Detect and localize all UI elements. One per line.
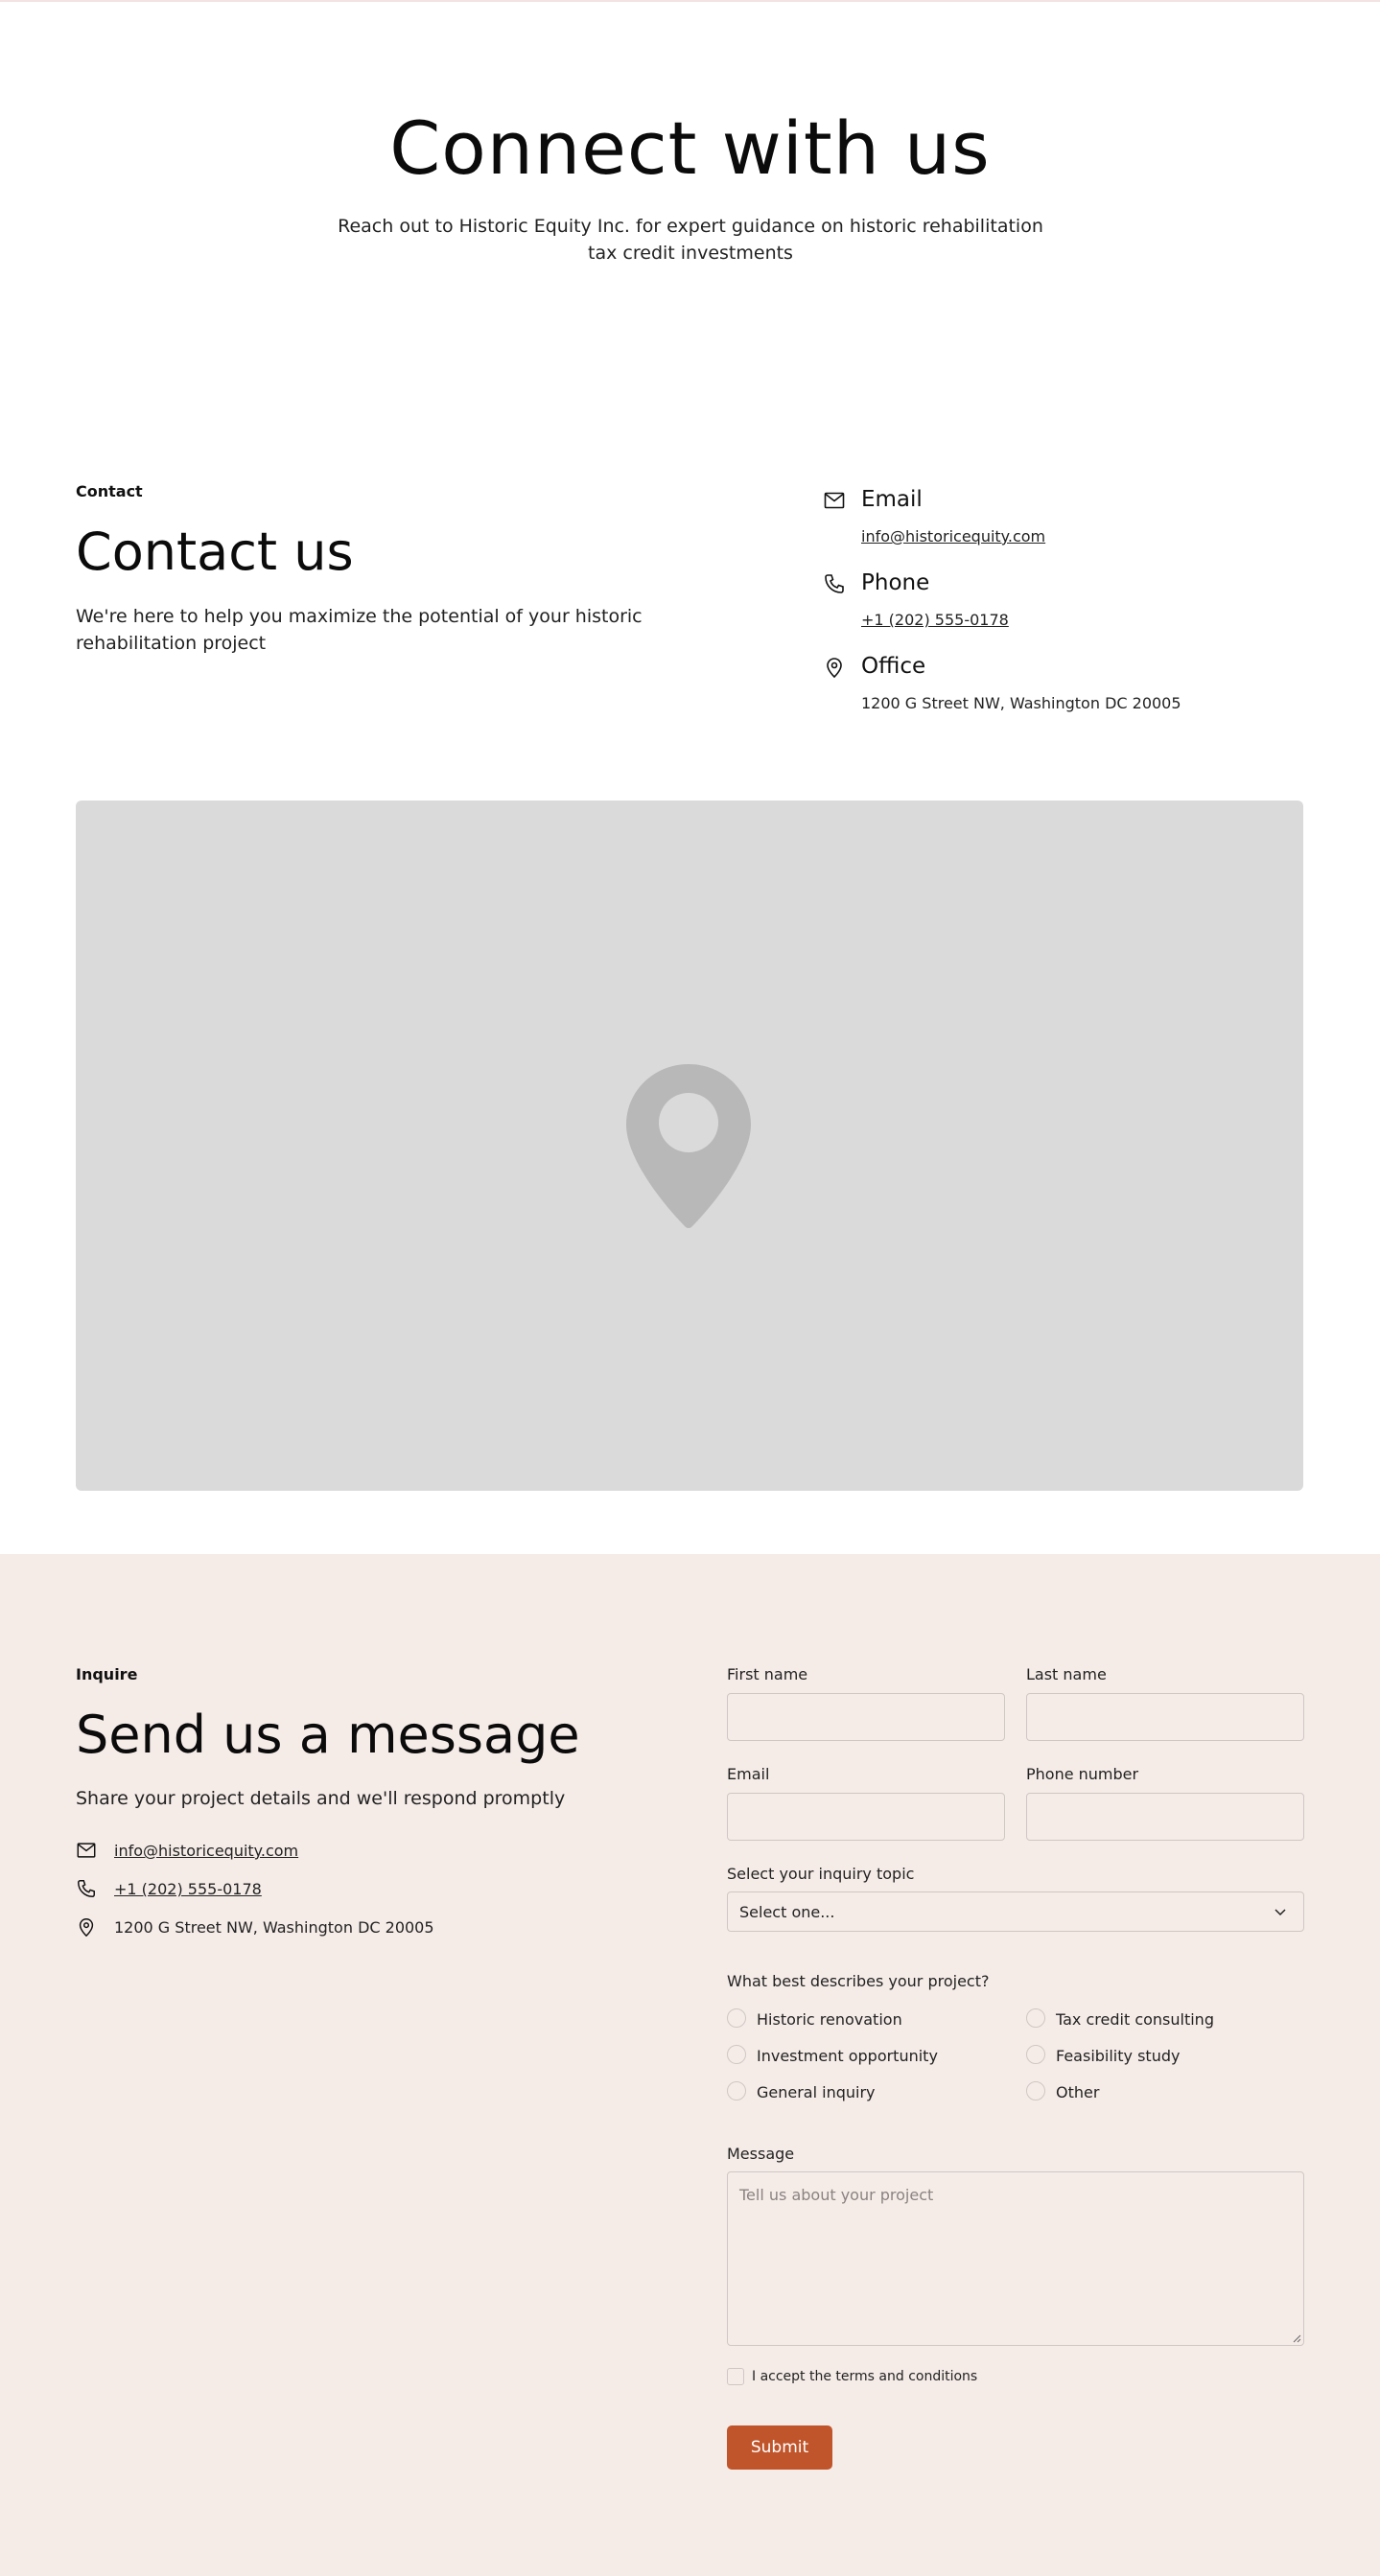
inquire-intro: Inquire Send us a message Share your pro…: [76, 1665, 651, 1955]
phone-icon: [825, 574, 844, 593]
inquire-phone-row: +1 (202) 555-0178: [76, 1878, 651, 1916]
first-name-input[interactable]: [727, 1693, 1005, 1741]
hero-section: Connect with us Reach out to Historic Eq…: [0, 0, 1380, 403]
topic-select[interactable]: Select one...: [727, 1891, 1304, 1932]
resize-grip-icon[interactable]: [1292, 2333, 1301, 2343]
radio-label: Tax credit consulting: [1056, 2010, 1214, 2029]
mail-icon: [824, 492, 845, 509]
radio-circle[interactable]: [1026, 2081, 1045, 2100]
map-placeholder[interactable]: [76, 801, 1303, 1491]
topic-label: Select your inquiry topic: [727, 1865, 915, 1883]
map-pin-icon: [827, 658, 842, 679]
phone-label: Phone number: [1026, 1765, 1139, 1783]
radio-circle[interactable]: [727, 2045, 746, 2064]
email-label: Email: [727, 1765, 770, 1783]
contact-intro: Contact Contact us We're here to help yo…: [76, 482, 747, 657]
inquire-phone-link[interactable]: +1 (202) 555-0178: [114, 1880, 262, 1898]
contact-office-block: Office 1200 G Street NW, Washington DC 2…: [823, 654, 1302, 737]
chevron-down-icon: [1275, 1909, 1286, 1916]
contact-office-address: 1200 G Street NW, Washington DC 20005: [861, 694, 1181, 712]
inquire-contact-list: info@historicequity.com +1 (202) 555-017…: [76, 1840, 651, 1955]
project-type-question: What best describes your project?: [727, 1972, 990, 1990]
topic-select-value: Select one...: [739, 1903, 835, 1921]
inquire-address-row: 1200 G Street NW, Washington DC 20005: [76, 1916, 651, 1955]
inquire-section: Inquire Send us a message Share your pro…: [0, 1554, 1380, 2576]
last-name-label: Last name: [1026, 1665, 1107, 1683]
email-input[interactable]: [727, 1793, 1005, 1841]
first-name-label: First name: [727, 1665, 808, 1683]
contact-eyebrow: Contact: [76, 482, 143, 500]
radio-label: Other: [1056, 2083, 1100, 2101]
mail-icon: [77, 1843, 96, 1858]
contact-email-link[interactable]: info@historicequity.com: [861, 527, 1045, 545]
hero-subtitle: Reach out to Historic Equity Inc. for ex…: [338, 216, 1043, 264]
radio-label: Feasibility study: [1056, 2047, 1181, 2065]
submit-button[interactable]: Submit: [727, 2425, 832, 2470]
hero-title: Connect with us: [389, 105, 991, 191]
last-name-input[interactable]: [1026, 1693, 1304, 1741]
contact-office-title: Office: [861, 654, 926, 679]
contact-phone-link[interactable]: +1 (202) 555-0178: [861, 611, 1009, 629]
radio-circle[interactable]: [727, 2081, 746, 2100]
inquire-eyebrow: Inquire: [76, 1665, 138, 1683]
map-pin-icon: [626, 1064, 751, 1228]
contact-description: We're here to help you maximize the pote…: [76, 606, 643, 654]
message-placeholder: Tell us about your project: [739, 2186, 934, 2204]
radio-circle[interactable]: [1026, 2008, 1045, 2028]
inquire-address: 1200 G Street NW, Washington DC 20005: [114, 1918, 434, 1937]
contact-email-title: Email: [861, 487, 923, 512]
phone-input[interactable]: [1026, 1793, 1304, 1841]
radio-circle[interactable]: [727, 2008, 746, 2028]
inquire-email-row: info@historicequity.com: [76, 1840, 651, 1878]
contact-phone-block: Phone +1 (202) 555-0178: [823, 570, 1302, 654]
inquire-email-link[interactable]: info@historicequity.com: [114, 1842, 298, 1860]
contact-heading: Contact us: [76, 522, 354, 582]
contact-details: Email info@historicequity.com Phone +1 (…: [823, 487, 1302, 737]
inquire-subtitle: Share your project details and we'll res…: [76, 1788, 566, 1809]
terms-checkbox[interactable]: [727, 2368, 744, 2385]
inquire-heading: Send us a message: [76, 1705, 580, 1765]
contact-phone-title: Phone: [861, 570, 930, 595]
message-label: Message: [727, 2145, 795, 2163]
contact-email-block: Email info@historicequity.com: [823, 487, 1302, 570]
radio-label: General inquiry: [757, 2083, 876, 2101]
phone-icon: [78, 1880, 95, 1897]
radio-circle[interactable]: [1026, 2045, 1045, 2064]
message-textarea[interactable]: Tell us about your project: [727, 2171, 1304, 2346]
radio-label: Historic renovation: [757, 2010, 902, 2029]
radio-label: Investment opportunity: [757, 2047, 938, 2065]
map-pin-icon: [79, 1918, 94, 1938]
terms-label: I accept the terms and conditions: [752, 2369, 978, 2384]
